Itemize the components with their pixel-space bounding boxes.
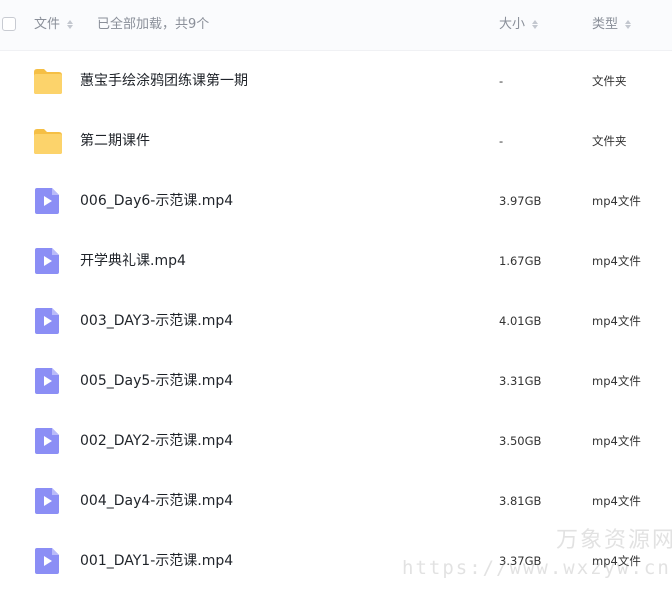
video-file-icon: [32, 366, 64, 396]
video-file-icon: [32, 426, 64, 456]
sort-by-name-button[interactable]: 文件: [34, 17, 74, 33]
file-type: 文件夹: [592, 74, 627, 88]
file-row[interactable]: 蕙宝手绘涂鸦团练课第一期 - 文件夹: [0, 51, 672, 111]
file-size: 1.67GB: [499, 254, 542, 268]
file-size: 3.50GB: [499, 434, 542, 448]
select-all-checkbox[interactable]: [2, 17, 16, 31]
video-file-icon: [32, 546, 64, 576]
file-name[interactable]: 006_Day6-示范课.mp4: [80, 191, 233, 211]
video-file-icon: [32, 486, 64, 516]
video-file-icon: [32, 306, 64, 336]
type-column-label: 类型: [592, 17, 619, 32]
file-name[interactable]: 蕙宝手绘涂鸦团练课第一期: [80, 71, 248, 91]
file-name[interactable]: 001_DAY1-示范课.mp4: [80, 551, 233, 571]
sort-arrows-icon: [67, 20, 74, 29]
file-type: mp4文件: [592, 254, 641, 268]
size-column-label: 大小: [499, 17, 526, 32]
video-file-icon: [32, 246, 64, 276]
file-row[interactable]: 第二期课件 - 文件夹: [0, 111, 672, 171]
file-type: mp4文件: [592, 314, 641, 328]
file-type: mp4文件: [592, 494, 641, 508]
file-row[interactable]: 005_Day5-示范课.mp4 3.31GB mp4文件: [0, 351, 672, 411]
folder-icon: [32, 126, 64, 156]
file-row[interactable]: 开学典礼课.mp4 1.67GB mp4文件: [0, 231, 672, 291]
watermark-url: https://www.wxzyw.cn: [402, 557, 671, 579]
file-type: mp4文件: [592, 194, 641, 208]
folder-icon: [32, 66, 64, 96]
load-status-text: 已全部加载，共9个: [97, 17, 210, 32]
file-list-header: 文件 已全部加载，共9个 大小 类型: [0, 0, 672, 51]
file-size: 4.01GB: [499, 314, 542, 328]
file-name[interactable]: 004_Day4-示范课.mp4: [80, 491, 233, 511]
file-name[interactable]: 第二期课件: [80, 131, 150, 151]
file-size: 3.81GB: [499, 494, 542, 508]
sort-arrows-icon: [532, 20, 539, 29]
file-row[interactable]: 002_DAY2-示范课.mp4 3.50GB mp4文件: [0, 411, 672, 471]
file-name[interactable]: 002_DAY2-示范课.mp4: [80, 431, 233, 451]
file-row[interactable]: 006_Day6-示范课.mp4 3.97GB mp4文件: [0, 171, 672, 231]
sort-by-size-button[interactable]: 大小: [499, 17, 539, 33]
file-name[interactable]: 005_Day5-示范课.mp4: [80, 371, 233, 391]
file-size: 3.97GB: [499, 194, 542, 208]
file-type: mp4文件: [592, 374, 641, 388]
video-file-icon: [32, 186, 64, 216]
sort-arrows-icon: [625, 20, 632, 29]
file-type: mp4文件: [592, 434, 641, 448]
file-size: -: [499, 74, 504, 88]
watermark-title: 万象资源网: [556, 528, 672, 553]
file-column-label: 文件: [34, 17, 61, 32]
file-name[interactable]: 003_DAY3-示范课.mp4: [80, 311, 233, 331]
file-row[interactable]: 003_DAY3-示范课.mp4 4.01GB mp4文件: [0, 291, 672, 351]
sort-by-type-button[interactable]: 类型: [592, 17, 632, 33]
file-size: -: [499, 134, 504, 148]
file-size: 3.31GB: [499, 374, 542, 388]
file-type: 文件夹: [592, 134, 627, 148]
file-name[interactable]: 开学典礼课.mp4: [80, 251, 186, 271]
